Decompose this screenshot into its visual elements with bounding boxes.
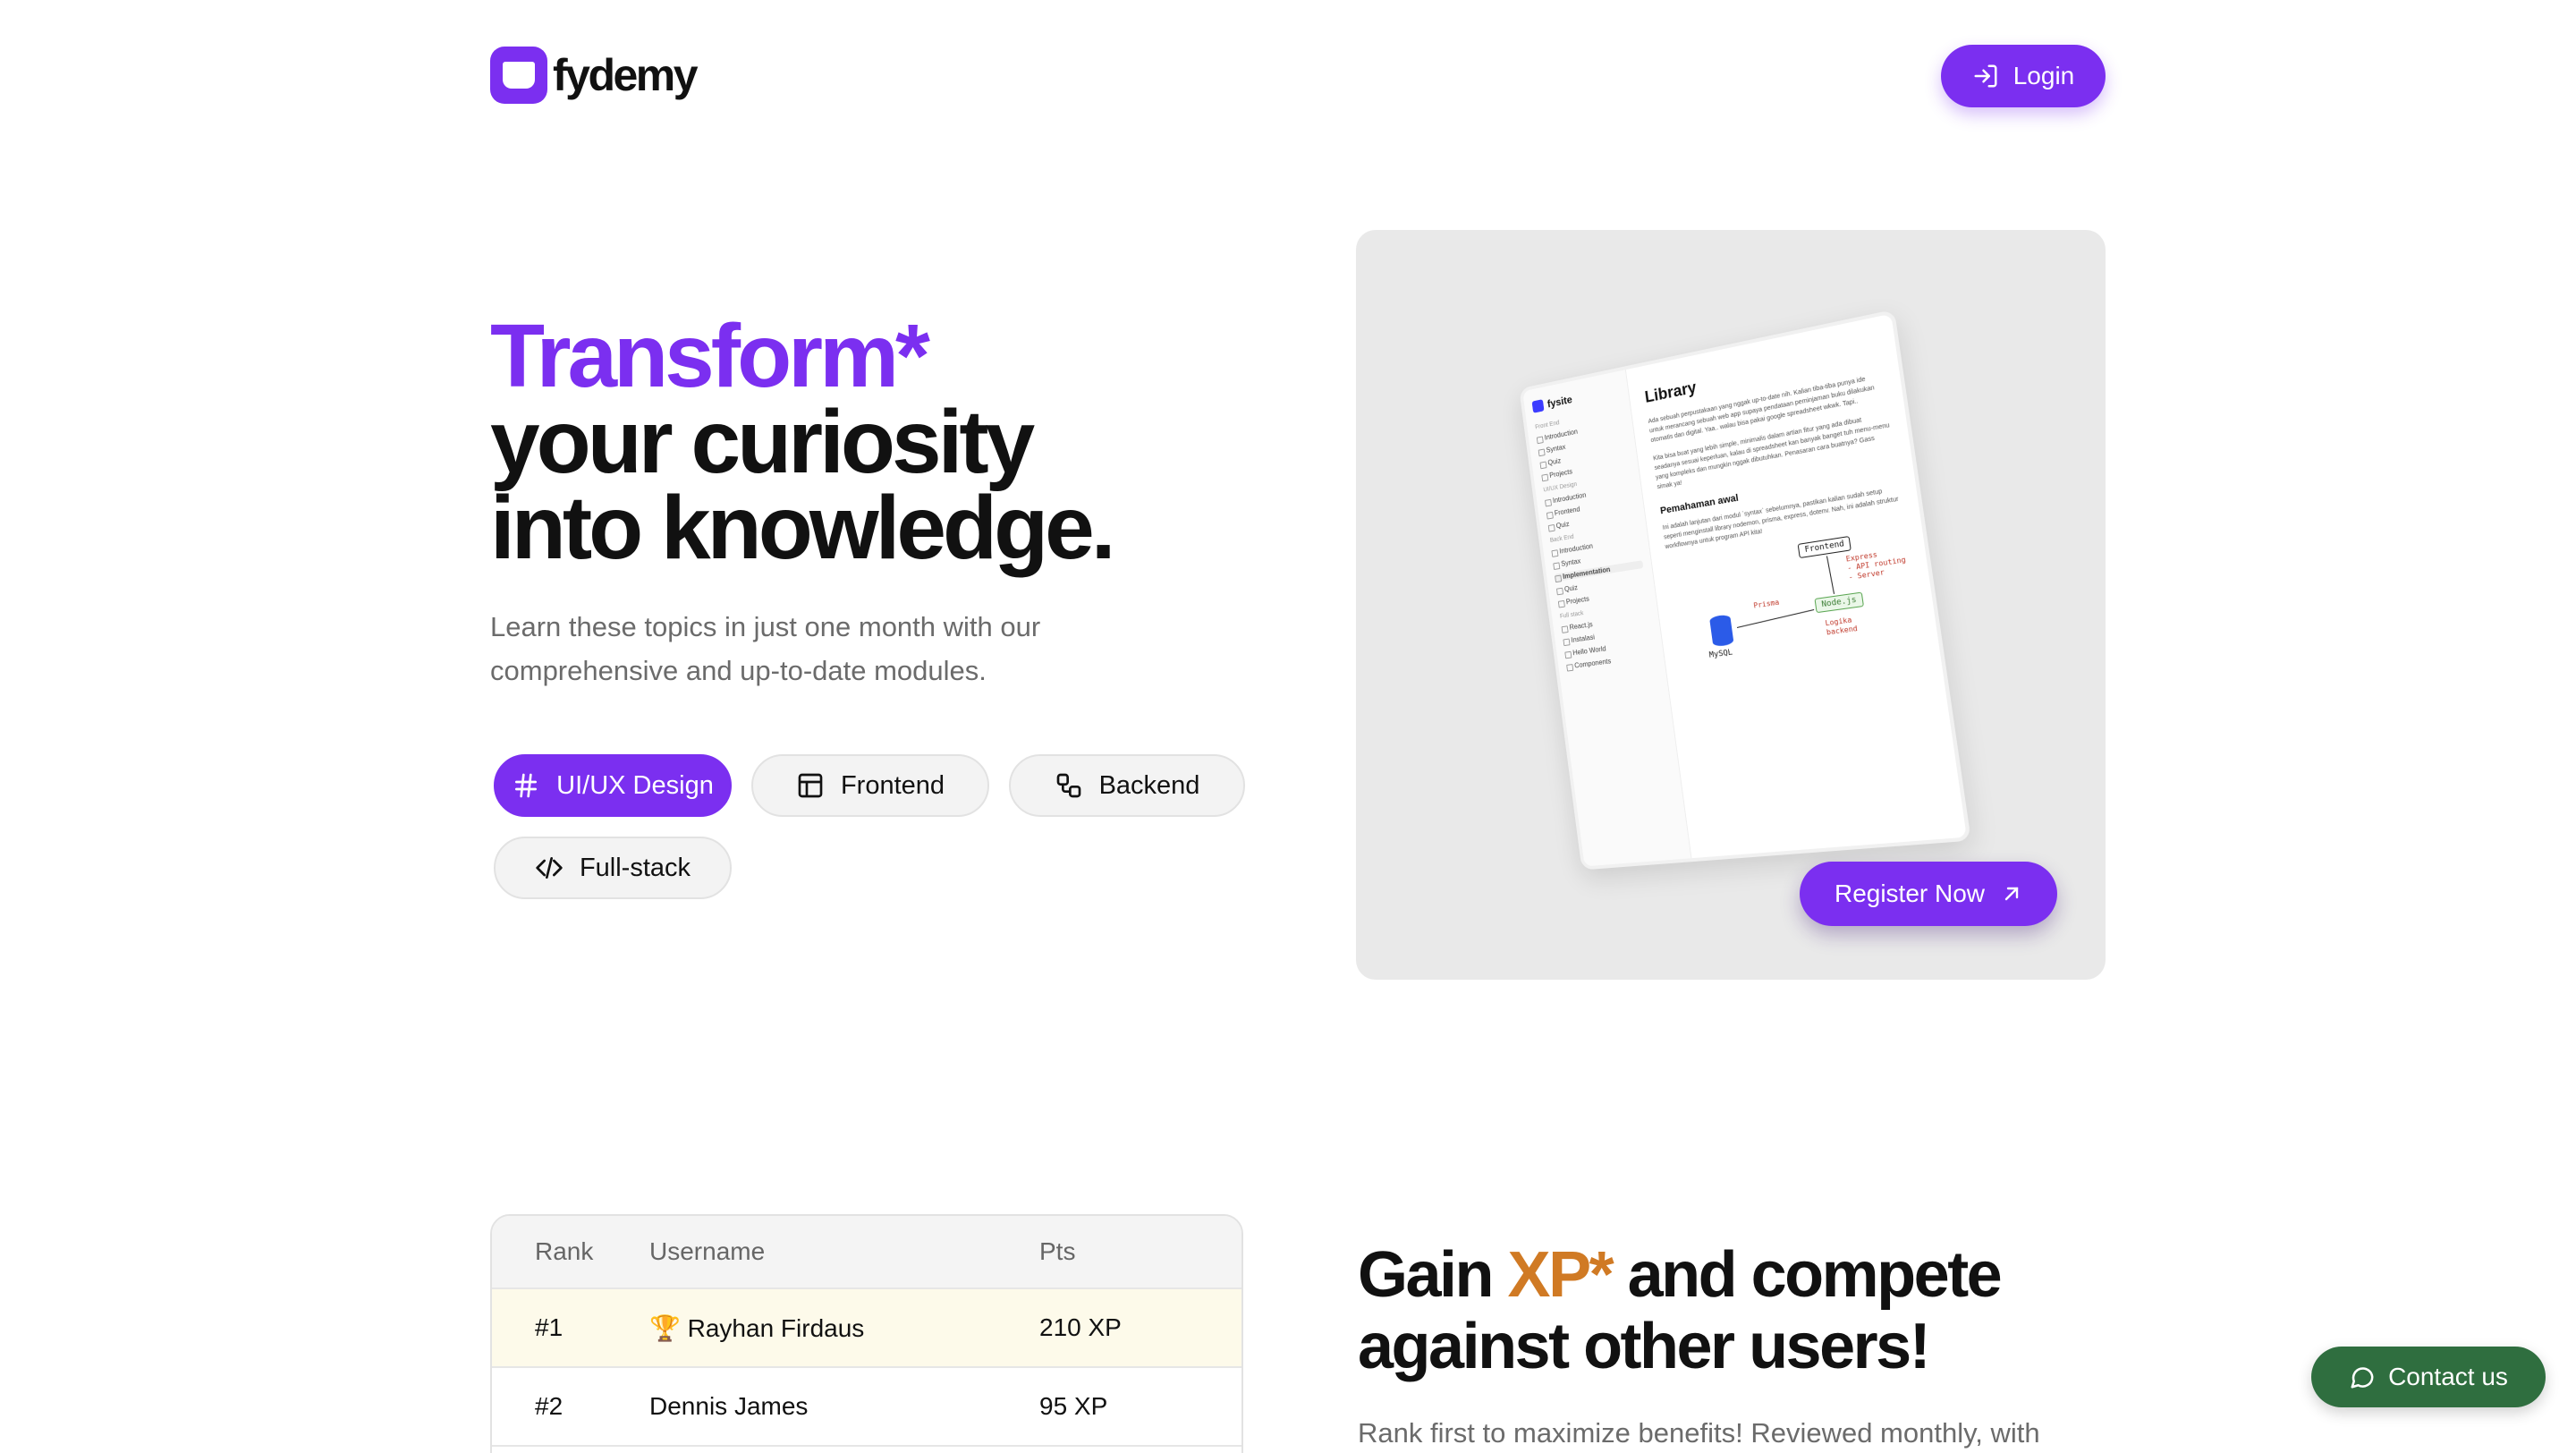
- login-label: Login: [2013, 62, 2075, 90]
- header-pts: Pts: [1039, 1237, 1241, 1266]
- tablet-mockup: fysite Front End Introduction Syntax Qui…: [1519, 310, 1971, 871]
- topic-chip-uiux[interactable]: UI/UX Design: [494, 754, 732, 817]
- hero-subtitle: Learn these topics in just one month wit…: [490, 605, 1152, 693]
- topic-label: Frontend: [841, 771, 945, 801]
- contact-label: Contact us: [2388, 1363, 2508, 1391]
- workflow-diagram: Frontend Express - API routing - Server …: [1667, 523, 1926, 701]
- login-icon: [1972, 63, 1999, 89]
- topic-label: UI/UX Design: [556, 771, 714, 801]
- topic-chip-backend[interactable]: Backend: [1009, 754, 1245, 817]
- mockup-brand: fysite: [1532, 384, 1621, 413]
- table-header-row: Rank Username Pts: [492, 1216, 1241, 1289]
- cell-pts: 95 XP: [1039, 1392, 1241, 1421]
- nodes-icon: [1055, 771, 1083, 800]
- topic-label: Backend: [1099, 771, 1200, 801]
- hero-title-accent: Transform*: [490, 313, 1113, 399]
- layout-icon: [796, 771, 825, 800]
- topic-label: Full-stack: [580, 854, 691, 883]
- brand-name: fydemy: [553, 49, 696, 101]
- gain-subtitle: Rank first to maximize benefits! Reviewe…: [1358, 1417, 2040, 1449]
- hero-title-line3: into knowledge.: [490, 485, 1113, 571]
- gain-title-line2: against other users!: [1358, 1311, 1928, 1382]
- header-rank: Rank: [492, 1237, 649, 1266]
- diagram-arrows: [1667, 524, 1917, 683]
- cell-pts: 210 XP: [1039, 1313, 1241, 1342]
- cell-username: 🏆 Rayhan Firdaus: [649, 1313, 1039, 1343]
- header-username: Username: [649, 1237, 1039, 1266]
- register-label: Register Now: [1835, 879, 1985, 908]
- contact-us-button[interactable]: Contact us: [2311, 1347, 2546, 1407]
- register-now-button[interactable]: Register Now: [1800, 862, 2057, 926]
- code-icon: [535, 854, 564, 882]
- cell-username: Dennis James: [649, 1392, 1039, 1421]
- leaderboard-table: Rank Username Pts #1 🏆 Rayhan Firdaus 21…: [490, 1214, 1243, 1453]
- hero-title-line2: your curiosity: [490, 399, 1113, 485]
- table-row: #2 Dennis James 95 XP: [492, 1368, 1241, 1447]
- gain-title-pre: Gain: [1358, 1239, 1508, 1311]
- logo-mark-icon: [490, 47, 547, 104]
- cell-rank: #1: [492, 1313, 649, 1342]
- topic-chip-frontend[interactable]: Frontend: [751, 754, 989, 817]
- gain-xp-title: Gain XP* and compete against other users…: [1358, 1239, 2000, 1382]
- brand-logo[interactable]: fydemy: [490, 47, 696, 104]
- hero-title: Transform* your curiosity into knowledge…: [490, 313, 1113, 571]
- chat-bubble-icon: [2349, 1364, 2376, 1390]
- gain-title-xp: XP*: [1508, 1239, 1613, 1311]
- login-button[interactable]: Login: [1941, 45, 2106, 107]
- topic-chip-fullstack[interactable]: Full-stack: [494, 837, 732, 899]
- cell-rank: #2: [492, 1392, 649, 1421]
- gain-title-post: and compete: [1612, 1239, 2000, 1311]
- arrow-up-right-icon: [2001, 883, 2022, 905]
- hash-icon: [512, 771, 540, 800]
- table-row: #1 🏆 Rayhan Firdaus 210 XP: [492, 1289, 1241, 1368]
- mockup-logo-icon: [1532, 399, 1545, 413]
